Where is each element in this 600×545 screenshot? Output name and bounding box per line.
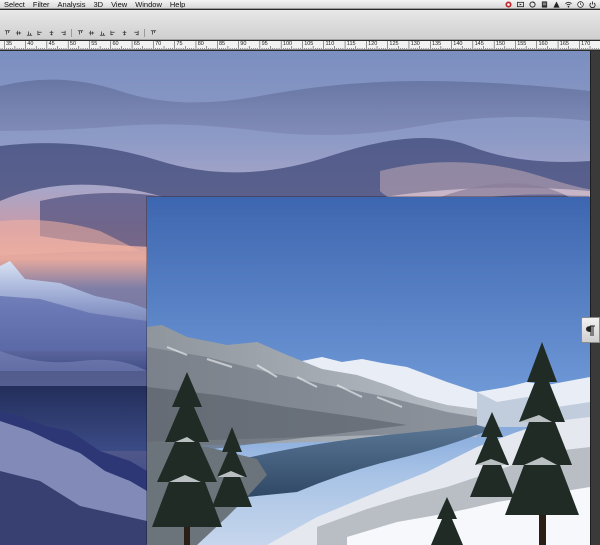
ruler-label: 50	[69, 41, 77, 47]
align-right-edges-icon[interactable]	[58, 29, 67, 37]
ruler-label: 105	[304, 41, 314, 47]
ruler-label: 85	[219, 41, 226, 47]
ruler-label: 40	[27, 41, 34, 47]
ruler-label: 70	[155, 41, 162, 47]
options-separator	[71, 29, 72, 37]
distribute-left-icon[interactable]	[109, 29, 118, 37]
auto-align-icon[interactable]	[149, 29, 158, 37]
options-separator	[144, 29, 145, 37]
menu-window[interactable]: Window	[131, 0, 166, 8]
align-top-edges-icon[interactable]	[3, 29, 12, 37]
adobe-icon[interactable]	[553, 1, 560, 8]
ruler-label: 140	[453, 41, 463, 47]
lake-valley-layer[interactable]	[147, 197, 590, 545]
ruler-label: 60	[112, 41, 119, 47]
horizontal-ruler[interactable]: 35 40 45 50 55 60 65 70 75 80 85 90 95 100 105 110 115 12…	[0, 41, 600, 50]
ruler-label: 125	[389, 41, 399, 47]
align-left-edges-icon[interactable]	[36, 29, 45, 37]
menu-filter[interactable]: Filter	[29, 0, 54, 8]
ruler-label: 100	[282, 41, 293, 47]
ruler-label: 35	[6, 41, 13, 47]
ruler-label: 65	[133, 41, 140, 47]
ruler-label: 110	[325, 41, 335, 47]
sync-icon[interactable]	[529, 1, 536, 8]
wifi-icon[interactable]	[565, 1, 572, 8]
creative-cloud-icon[interactable]	[505, 1, 512, 8]
ruler-label: 135	[432, 41, 442, 47]
distribute-horizontal-centers-icon[interactable]	[120, 29, 129, 37]
menu-analysis[interactable]: Analysis	[54, 0, 90, 8]
menu-view[interactable]: View	[107, 0, 131, 8]
panel-dock-strip	[590, 51, 600, 545]
ruler-label: 150	[495, 41, 506, 47]
ruler-label: 130	[410, 41, 420, 47]
ruler-ticks	[0, 41, 599, 49]
options-bar	[0, 10, 600, 40]
ruler-label: 55	[91, 41, 98, 47]
ruler-label: 160	[538, 41, 548, 47]
ruler-label: 75	[176, 41, 183, 47]
power-icon[interactable]	[589, 1, 596, 8]
ruler-label: 170	[581, 41, 591, 47]
menu-help[interactable]: Help	[166, 0, 189, 8]
align-distribute-buttons	[3, 28, 158, 38]
menu-select[interactable]: Select	[0, 0, 29, 8]
panel-tab[interactable]	[581, 317, 600, 343]
video-icon[interactable]	[517, 1, 524, 8]
distribute-bottom-icon[interactable]	[98, 29, 107, 37]
align-bottom-edges-icon[interactable]	[25, 29, 34, 37]
document-canvas[interactable]	[0, 51, 590, 545]
distribute-right-icon[interactable]	[131, 29, 140, 37]
ruler-label: 45	[48, 41, 55, 47]
menu-bar: Select Filter Analysis 3D View Window He…	[0, 0, 600, 9]
distribute-vertical-centers-icon[interactable]	[87, 29, 96, 37]
ruler-label: 165	[559, 41, 569, 47]
ruler-label: 95	[261, 41, 268, 47]
menu-status-icons	[505, 0, 596, 8]
clock-icon[interactable]	[577, 1, 584, 8]
ruler-label: 155	[517, 41, 527, 47]
distribute-top-icon[interactable]	[76, 29, 85, 37]
ruler-label: 80	[197, 41, 204, 47]
align-horizontal-centers-icon[interactable]	[47, 29, 56, 37]
evernote-icon[interactable]	[541, 1, 548, 8]
menu-3d[interactable]: 3D	[89, 0, 107, 8]
paragraph-panel-icon	[586, 325, 595, 336]
ruler-label: 115	[346, 41, 356, 47]
ruler-label: 90	[240, 41, 247, 47]
ruler-label: 145	[474, 41, 484, 47]
align-vertical-centers-icon[interactable]	[14, 29, 23, 37]
ruler-label: 120	[368, 41, 378, 47]
